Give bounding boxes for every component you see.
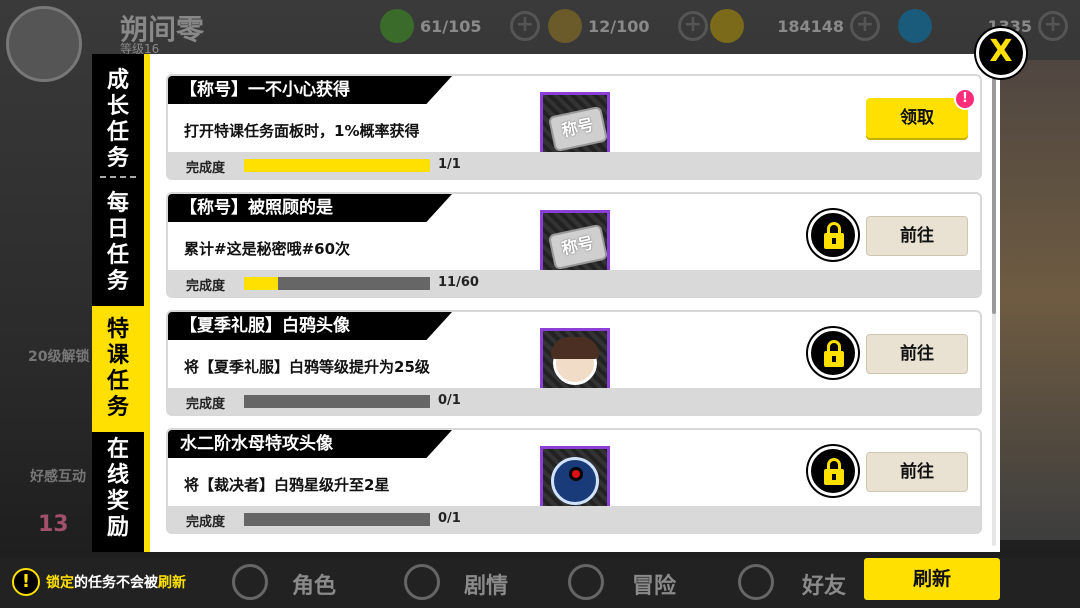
task-card: 【称号】一不小心获得 打开特课任务面板时，1%概率获得 称号 领取 ! 完成度 … bbox=[166, 74, 982, 180]
progress-label: 完成度 bbox=[186, 161, 226, 176]
hint-refresh-word: 刷新 bbox=[158, 575, 186, 591]
hint-text: 的任务不会被 bbox=[74, 575, 158, 591]
task-progress: 完成度 0/1 bbox=[168, 506, 980, 532]
backdrop-character-art bbox=[1000, 60, 1080, 540]
task-description: 将【裁决者】白鸦星级升至2星 bbox=[184, 476, 390, 494]
lock-toggle[interactable] bbox=[808, 446, 858, 496]
tab-special-tasks[interactable]: 特课任务 bbox=[92, 306, 144, 432]
warning-icon: ! bbox=[12, 568, 40, 596]
story-icon bbox=[404, 564, 440, 600]
task-title: 【称号】一不小心获得 bbox=[168, 76, 452, 104]
stamina-resource: 61/105 + bbox=[380, 8, 540, 44]
tab-divider bbox=[100, 176, 136, 178]
tab-label: 在线奖励 bbox=[106, 437, 129, 540]
character-icon bbox=[232, 564, 268, 600]
task-description: 将【夏季礼服】白鸦等级提升为25级 bbox=[184, 358, 430, 376]
go-button[interactable]: 前往 bbox=[866, 334, 968, 374]
ticket-value: 12/100 bbox=[588, 16, 650, 36]
task-description: 累计#这是秘密哦#60次 bbox=[184, 240, 351, 258]
lock-toggle[interactable] bbox=[808, 210, 858, 260]
title-tag-icon: 称号 bbox=[547, 105, 607, 153]
progress-label: 完成度 bbox=[186, 279, 226, 294]
affection-label: 好感互动 bbox=[30, 469, 86, 485]
task-progress: 完成度 11/60 bbox=[168, 270, 980, 296]
chat-icon bbox=[738, 564, 774, 600]
gold-resource: 184148 + bbox=[710, 8, 880, 44]
progress-bar bbox=[244, 395, 430, 408]
task-modal: 成长任务 每日任务 特课任务 在线奖励 【称号】一不小心获得 打开特课任务面板时… bbox=[92, 54, 1000, 552]
task-title: 水二阶水母特攻头像 bbox=[168, 430, 452, 458]
lock-hint: ! 锁定 的任务不会被 刷新 bbox=[12, 566, 186, 598]
task-card: 【称号】被照顾的是 累计#这是秘密哦#60次 称号 前往 完成度 11/60 bbox=[166, 192, 982, 298]
progress-count: 0/1 bbox=[438, 511, 461, 526]
tab-label: 每日任务 bbox=[106, 191, 129, 294]
task-list-panel[interactable]: 【称号】一不小心获得 打开特课任务面板时，1%概率获得 称号 领取 ! 完成度 … bbox=[144, 54, 1000, 552]
tab-daily-tasks[interactable]: 每日任务 bbox=[92, 184, 144, 302]
scrollbar-thumb[interactable] bbox=[992, 78, 996, 314]
nav-friends[interactable]: 好友 bbox=[802, 568, 846, 600]
task-tabs: 成长任务 每日任务 特课任务 在线奖励 bbox=[92, 54, 144, 552]
task-card: 水二阶水母特攻头像 将【裁决者】白鸦星级升至2星 前往 完成度 0/1 bbox=[166, 428, 982, 534]
leaf-icon bbox=[380, 9, 414, 43]
task-description: 打开特课任务面板时，1%概率获得 bbox=[184, 122, 420, 140]
coin-icon bbox=[710, 9, 744, 43]
progress-count: 0/1 bbox=[438, 393, 461, 408]
refresh-button[interactable]: 刷新 bbox=[864, 558, 1000, 600]
ticket-resource: 12/100 + bbox=[548, 8, 708, 44]
progress-fill bbox=[244, 277, 279, 290]
task-progress: 完成度 1/1 bbox=[168, 152, 980, 178]
progress-bar bbox=[244, 159, 430, 172]
stamina-value: 61/105 bbox=[420, 16, 482, 36]
tab-online-rewards[interactable]: 在线奖励 bbox=[92, 436, 144, 542]
progress-label: 完成度 bbox=[186, 397, 226, 412]
progress-bar bbox=[244, 513, 430, 526]
progress-count: 1/1 bbox=[438, 157, 461, 172]
go-button[interactable]: 前往 bbox=[866, 216, 968, 256]
top-resource-bar: 朔间零 等级16 61/105 + 12/100 + 184148 + 1335… bbox=[0, 0, 1080, 56]
heart-badge-count: 13 bbox=[38, 512, 69, 537]
tab-label: 特课任务 bbox=[106, 317, 129, 420]
progress-bar bbox=[244, 277, 430, 290]
claim-button[interactable]: 领取 bbox=[866, 98, 968, 138]
nav-story[interactable]: 剧情 bbox=[464, 568, 508, 600]
progress-fill bbox=[244, 159, 430, 172]
add-gold-button[interactable]: + bbox=[850, 11, 880, 41]
tab-label: 成长任务 bbox=[106, 68, 129, 171]
go-button[interactable]: 前往 bbox=[866, 452, 968, 492]
notice-badge: ! bbox=[954, 88, 976, 110]
lock-toggle[interactable] bbox=[808, 328, 858, 378]
progress-count: 11/60 bbox=[438, 275, 479, 290]
ticket-icon bbox=[548, 9, 582, 43]
jellyfish-icon bbox=[551, 457, 599, 505]
nav-adventure[interactable]: 冒险 bbox=[632, 568, 676, 600]
gold-value: 184148 bbox=[777, 16, 844, 36]
task-title: 【称号】被照顾的是 bbox=[168, 194, 452, 222]
hint-lock-word: 锁定 bbox=[46, 575, 74, 591]
nav-character[interactable]: 角色 bbox=[292, 568, 336, 600]
gem-icon bbox=[898, 9, 932, 43]
add-gem-button[interactable]: + bbox=[1038, 11, 1068, 41]
add-ticket-button[interactable]: + bbox=[678, 11, 708, 41]
close-button[interactable]: X bbox=[976, 28, 1026, 78]
task-title: 【夏季礼服】白鸦头像 bbox=[168, 312, 452, 340]
task-card: 【夏季礼服】白鸦头像 将【夏季礼服】白鸦等级提升为25级 前往 完成度 0/1 bbox=[166, 310, 982, 416]
level-unlock-label: 20级解锁 bbox=[28, 349, 90, 365]
add-stamina-button[interactable]: + bbox=[510, 11, 540, 41]
task-progress: 完成度 0/1 bbox=[168, 388, 980, 414]
progress-label: 完成度 bbox=[186, 515, 226, 530]
title-tag-icon: 称号 bbox=[547, 223, 607, 271]
map-pin-icon bbox=[568, 564, 604, 600]
tab-growth-tasks[interactable]: 成长任务 bbox=[92, 66, 144, 174]
